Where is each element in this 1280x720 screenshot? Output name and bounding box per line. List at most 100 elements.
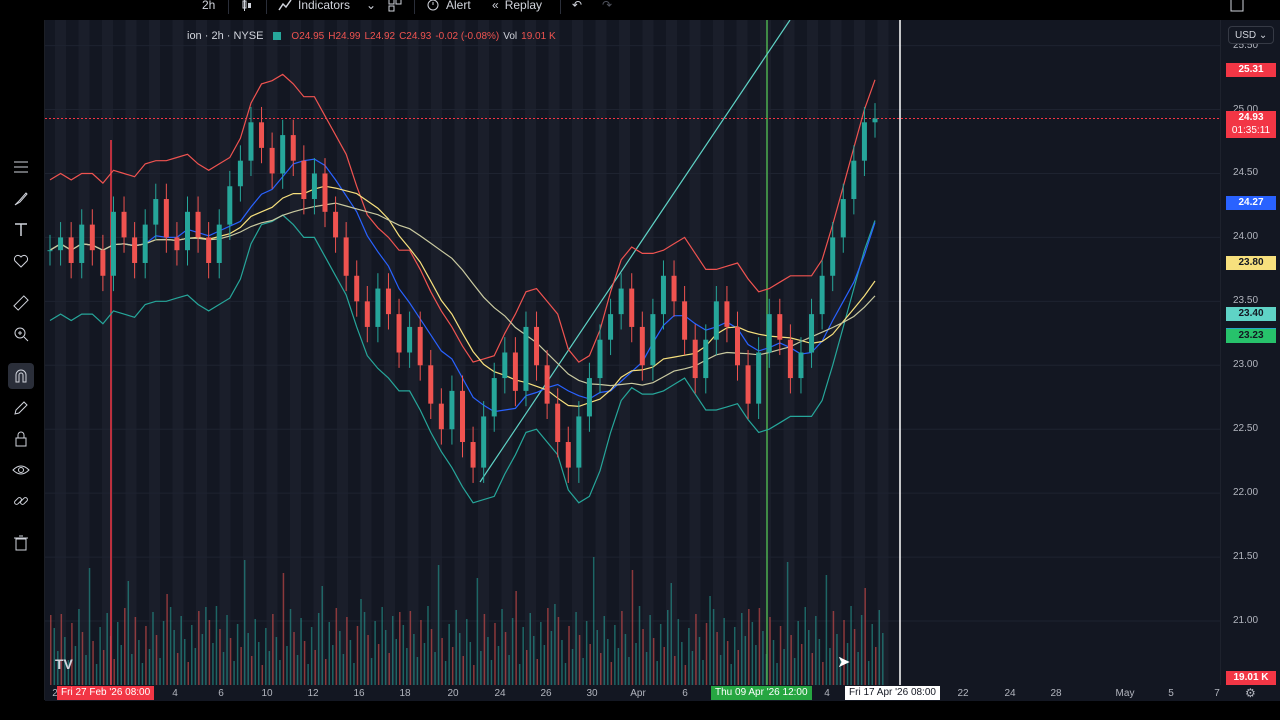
brush-icon[interactable] <box>8 186 34 212</box>
zoom-icon[interactable] <box>8 321 34 347</box>
heart-icon[interactable] <box>8 248 34 274</box>
undo-icon[interactable]: ↶ <box>572 0 582 13</box>
candle-body <box>470 442 476 468</box>
candle-body <box>301 160 307 200</box>
volume-bar <box>205 607 207 685</box>
candle-body <box>47 250 53 252</box>
rewind-icon: « <box>492 0 499 12</box>
volume-bar <box>709 596 711 685</box>
candle-body <box>512 352 518 391</box>
price-label: 24.00 <box>1233 231 1259 243</box>
volume-bar <box>857 652 859 685</box>
currency-select[interactable]: USD ⌄ <box>1228 26 1274 44</box>
candle-body <box>163 199 169 238</box>
volume-bar <box>349 640 352 685</box>
replay-button[interactable]: « Replay <box>492 0 542 13</box>
time-label: 7 <box>1214 688 1220 699</box>
layout-icon[interactable] <box>388 0 402 13</box>
candle-body <box>650 314 656 366</box>
volume-bar <box>194 648 197 685</box>
eye-icon[interactable] <box>8 457 34 483</box>
volume-bar <box>716 632 718 685</box>
fullscreen-icon[interactable] <box>1230 0 1244 13</box>
candle-body <box>481 416 487 468</box>
volume-bar <box>233 661 235 685</box>
redo-icon[interactable]: ↷ <box>602 0 612 13</box>
volume-bar <box>282 573 285 685</box>
price-label: 22.00 <box>1233 487 1259 499</box>
ruler-icon[interactable] <box>8 290 34 316</box>
text-tool-icon[interactable] <box>8 217 34 243</box>
volume-bar <box>381 607 383 685</box>
alert-button[interactable]: Alert <box>426 0 471 13</box>
volume-bar <box>198 611 200 685</box>
volume-bar <box>578 635 581 685</box>
volume-bar <box>85 655 87 685</box>
lock-icon[interactable] <box>8 426 34 452</box>
symbol-title: ion · 2h · NYSE <box>187 30 264 42</box>
pencil-lock-icon[interactable] <box>8 395 34 421</box>
volume-bar <box>145 626 147 685</box>
candle-body <box>58 237 64 251</box>
volume-bar <box>730 664 732 685</box>
price-label: 23.50 <box>1233 295 1259 307</box>
volume-bar <box>92 641 94 685</box>
interval-button[interactable]: 2h <box>202 0 215 13</box>
volume-bar <box>183 639 186 685</box>
volume-bar <box>356 626 359 685</box>
volume-bar <box>666 610 669 685</box>
candles-icon[interactable] <box>240 0 254 13</box>
volume-bar <box>867 661 870 685</box>
candle-body <box>79 224 85 263</box>
volume-bar <box>402 625 405 685</box>
chevron-down-icon[interactable]: ⌄ <box>366 0 376 13</box>
volume-bar <box>829 648 831 685</box>
volume-bar <box>832 611 835 685</box>
price-axis[interactable]: 25.50 25.00 24.50 24.00 23.50 23.00 22.50 22.00… <box>1220 20 1280 685</box>
session-stripe <box>572 20 583 685</box>
candle-body <box>364 301 370 327</box>
volume-bar <box>399 612 401 685</box>
time-label: 10 <box>261 688 273 699</box>
time-axis[interactable]: 2 4 6 10 12 16 18 20 24 26 30 Apr 6 4 22 24 28 May 5 7 Fri … <box>45 685 1280 701</box>
tradingview-logo[interactable]: TV <box>55 656 73 672</box>
volume-bar <box>642 629 644 685</box>
volume-bar <box>557 617 560 685</box>
volume-bar <box>268 651 271 685</box>
volume-bar <box>102 650 105 685</box>
volume-bar <box>314 650 316 685</box>
candle-body <box>586 378 592 417</box>
candle-body <box>333 211 339 238</box>
volume-bar <box>437 565 440 685</box>
symbol-legend[interactable]: ion · 2h · NYSE O24.95 H24.99 L24.92 C24… <box>187 29 556 43</box>
volume-bar <box>413 634 415 685</box>
candle-body <box>206 237 212 263</box>
trash-icon[interactable] <box>8 530 34 556</box>
fib-tool-icon[interactable] <box>8 154 34 180</box>
volume-bar <box>726 641 729 685</box>
volume-bar <box>691 651 694 685</box>
price-label: 23.00 <box>1233 359 1259 371</box>
high-value: H24.99 <box>328 30 361 42</box>
volume-bar <box>307 664 309 685</box>
volume-bar <box>328 622 331 685</box>
magnet-icon[interactable] <box>8 363 34 389</box>
chart-pane[interactable]: TV ➤ <box>45 20 1220 685</box>
volume-bar <box>600 653 602 685</box>
settings-gear-icon[interactable]: ⚙ <box>1245 686 1256 700</box>
indicators-button[interactable]: Indicators <box>278 0 350 13</box>
volume-bar <box>818 639 821 685</box>
volume-bar <box>860 615 863 685</box>
volume-bar <box>808 630 810 685</box>
volume-bar <box>243 560 246 685</box>
price-chart[interactable] <box>45 20 1220 685</box>
volume-bar <box>441 638 443 685</box>
volume-bar <box>550 631 553 685</box>
volume-bar <box>222 652 225 685</box>
volume-bar <box>645 652 648 685</box>
volume-bar <box>568 626 570 685</box>
candle-body <box>787 339 793 379</box>
volume-bar <box>741 613 743 685</box>
volume-bar <box>226 615 228 685</box>
link-icon[interactable] <box>8 488 34 514</box>
